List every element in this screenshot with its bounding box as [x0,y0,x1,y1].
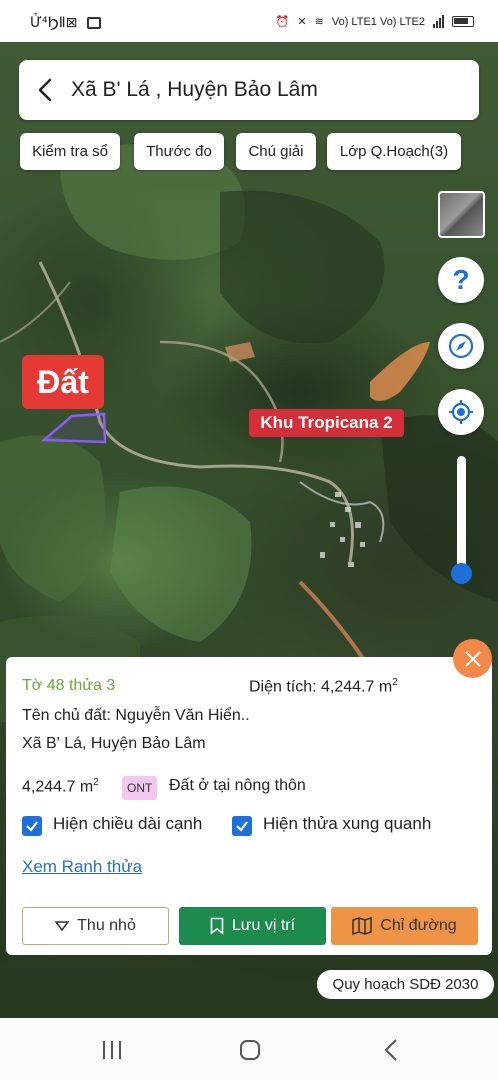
view-boundary-link[interactable]: Xem Ranh thửa [22,857,142,877]
edges-checkbox-label[interactable]: Hiện chiều dài cạnh [53,814,202,834]
area-label: Diện tích: 4,244.7 m [249,678,393,696]
planning-layer-button[interactable]: Lớp Q.Hoạch(3) [327,133,461,170]
compass-icon [448,333,474,359]
mute-icon: ✕ [297,16,307,28]
gallery-notification-icon [87,17,102,29]
measure-button[interactable]: Thước đo [134,133,224,170]
back-icon[interactable] [383,1038,399,1062]
area-value-row: 4,244.7 m2 [22,777,99,796]
compass-button[interactable] [438,323,484,369]
close-icon [464,650,481,667]
map-icon [352,917,373,935]
area-info: Diện tích: 4,244.7 m2 [249,677,398,696]
close-panel-button[interactable] [453,639,492,678]
system-nav-bar [0,1018,498,1080]
area-value-sup: 2 [93,777,99,788]
parcel-label: Đất [22,355,104,409]
collapse-button[interactable]: Thu nhỏ [22,907,169,945]
land-use-type: Đất ở tại nông thôn [169,777,306,794]
save-location-button[interactable]: Lưu vị trí [179,907,326,945]
neighbors-checkbox-label[interactable]: Hiện thửa xung quanh [263,814,431,834]
question-icon: ? [452,264,470,295]
neighbors-checkbox[interactable] [232,816,252,836]
checkmark-icon [236,821,248,832]
save-location-label: Lưu vị trí [231,917,296,934]
place-label: Khu Tropicana 2 [249,409,404,437]
collapse-button-label: Thu nhỏ [77,917,136,934]
recent-apps-icon[interactable] [101,1040,123,1060]
area-value: 4,244.7 m [22,778,94,796]
edges-checkbox[interactable] [22,816,42,836]
planning-year-chip[interactable]: Quy hoạch SDĐ 2030 [317,970,494,999]
parcel-info-panel: Tờ 48 thửa 3 Diện tích: 4,244.7 m2 Tên c… [6,657,492,955]
search-bar[interactable]: Xã B' Lá , Huyện Bảo Lâm [19,60,479,120]
triangle-down-icon [55,921,70,932]
back-arrow-icon[interactable] [19,60,71,120]
parcel-location: Xã B' Lá, Huyện Bảo Lâm [22,735,206,752]
land-code-badge: ONT [122,776,158,800]
satellite-layer-thumbnail[interactable] [438,191,485,238]
signal-icon [433,15,444,28]
status-bar: Ử⁴ϦⅡ⊠ ⏰ ✕ ≋ Vo) LTE1 Vo) LTE2 [0,0,498,42]
home-icon[interactable] [239,1039,261,1061]
help-button[interactable]: ? [438,257,484,303]
wifi-icon: ≋ [314,16,324,28]
directions-button[interactable]: Chỉ đường [331,907,478,945]
check-certificate-button[interactable]: Kiểm tra sổ [20,133,120,170]
opacity-slider[interactable] [457,456,466,578]
location-title: Xã B' Lá , Huyện Bảo Lâm [71,78,318,101]
owner-name: Tên chủ đất: Nguyễn Văn Hiển.. [22,707,250,724]
locate-button[interactable] [438,389,484,435]
battery-icon [452,16,474,27]
checkmark-icon [26,821,38,832]
network-labels: Vo) LTE1 Vo) LTE2 [331,15,425,28]
directions-label: Chỉ đường [380,917,457,934]
locate-icon [449,400,473,424]
parcel-id: Tờ 48 thửa 3 [22,677,116,694]
status-left-text: Ử⁴ϦⅡ⊠ [30,15,78,31]
alarm-icon: ⏰ [275,16,290,28]
opacity-slider-knob[interactable] [451,563,472,584]
bookmark-icon [210,917,224,935]
legend-button[interactable]: Chú giải [236,133,316,170]
area-sup: 2 [392,677,398,688]
